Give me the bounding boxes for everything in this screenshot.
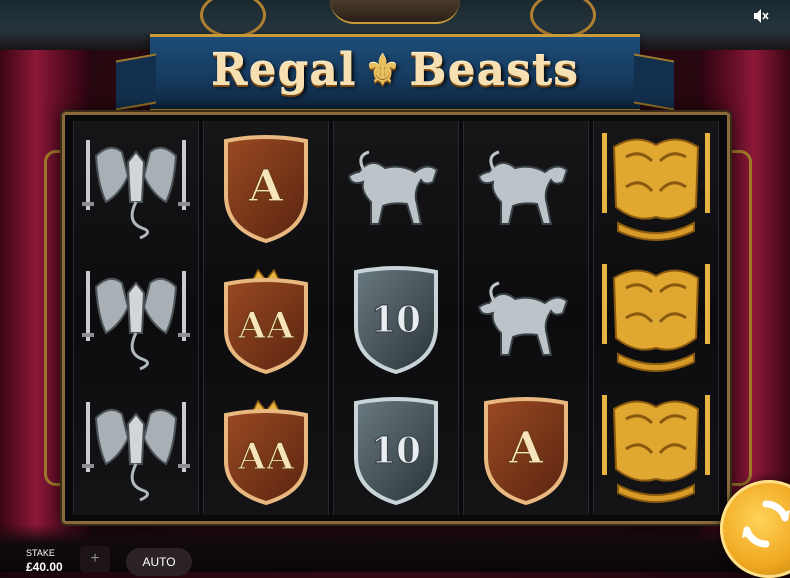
svg-text:10: 10: [371, 430, 421, 472]
logo-word-2: Beasts: [409, 44, 579, 96]
symbol-10-icon: 10: [336, 256, 456, 380]
reel-grid: A AA AA 10 10 A: [73, 121, 719, 515]
svg-text:A: A: [508, 423, 544, 474]
stake-increase-button[interactable]: +: [80, 546, 110, 572]
spin-arrows-icon: [742, 500, 790, 548]
svg-text:A: A: [248, 161, 284, 212]
svg-text:AA: AA: [237, 436, 295, 478]
reel-3: 10 10: [333, 121, 459, 515]
stake-label: STAKE: [26, 548, 55, 558]
symbol-griffin-pair-icon: [76, 256, 196, 380]
stake-display: STAKE £40.00: [26, 548, 63, 574]
symbol-griffin-pair-icon: [76, 387, 196, 511]
scroll-ornament: [530, 0, 596, 38]
speaker-muted-icon[interactable]: [752, 8, 772, 26]
symbol-lion-icon: [336, 125, 456, 249]
reel-frame: A AA AA 10 10 A: [62, 112, 730, 524]
crown-ornament: [330, 0, 460, 24]
symbol-gold-lion-crest-icon: [596, 125, 716, 249]
symbol-AA-icon: AA: [206, 387, 326, 511]
symbol-lion-icon: [466, 256, 586, 380]
symbol-gold-lion-crest-icon: [596, 387, 716, 511]
reel-2: A AA AA: [203, 121, 329, 515]
reel-5: [593, 121, 719, 515]
symbol-10-icon: 10: [336, 387, 456, 511]
symbol-griffin-pair-icon: [76, 125, 196, 249]
control-bar: [0, 524, 790, 572]
symbol-lion-icon: [466, 125, 586, 249]
symbol-A-icon: A: [466, 387, 586, 511]
svg-text:10: 10: [371, 299, 421, 341]
svg-text:AA: AA: [237, 305, 295, 347]
fleur-de-lis-icon: ⚜: [364, 46, 402, 94]
scroll-ornament: [200, 0, 266, 38]
game-logo: Regal ⚜ Beasts: [150, 40, 640, 100]
symbol-gold-lion-crest-icon: [596, 256, 716, 380]
symbol-AA-icon: AA: [206, 256, 326, 380]
symbol-A-icon: A: [206, 125, 326, 249]
logo-word-1: Regal: [211, 44, 357, 96]
reel-1: [73, 121, 199, 515]
reel-4: A: [463, 121, 589, 515]
